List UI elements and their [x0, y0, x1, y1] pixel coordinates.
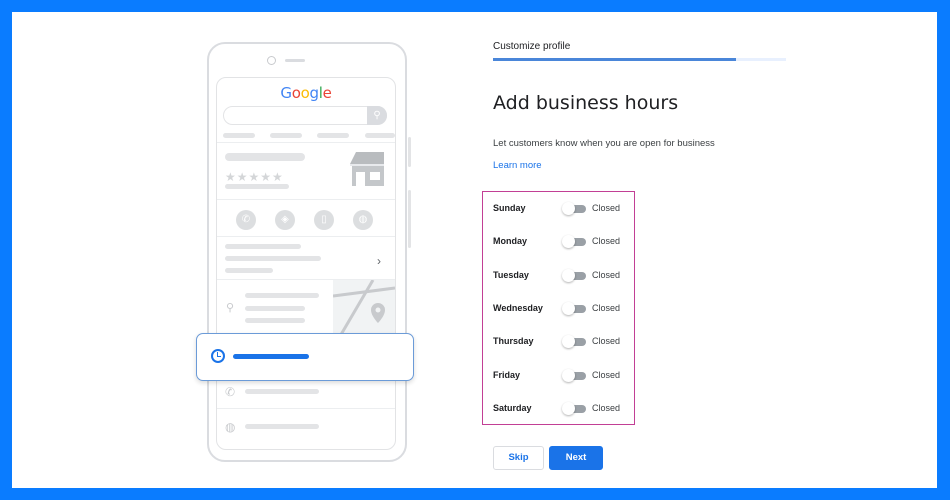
placeholder-line — [225, 256, 321, 261]
status-label: Closed — [592, 203, 621, 213]
day-label: Monday — [493, 236, 528, 247]
speaker-grille — [285, 59, 305, 62]
status-label: Closed — [592, 402, 621, 413]
learn-more-link[interactable]: Learn more — [493, 160, 542, 171]
placeholder-line — [270, 133, 302, 138]
logo-letter: o — [291, 84, 301, 102]
page-subtitle: Let customers know when you are open for… — [493, 138, 715, 149]
divider — [217, 199, 395, 200]
day-row-sunday: Sunday Closed — [493, 199, 633, 219]
open-toggle[interactable] — [562, 368, 586, 382]
day-label: Sunday — [493, 203, 526, 213]
google-logo: Google — [217, 84, 395, 102]
placeholder-line — [225, 268, 273, 273]
storefront-icon — [350, 152, 384, 186]
day-label: Saturday — [493, 402, 532, 413]
day-row-wednesday: Wednesday Closed — [493, 299, 633, 319]
toggle-knob — [562, 368, 575, 382]
progress-bar — [493, 58, 786, 61]
search-icon: ⚲ — [367, 106, 387, 125]
toggle-knob — [562, 335, 575, 349]
open-toggle[interactable] — [562, 268, 586, 282]
placeholder-line — [317, 133, 349, 138]
day-row-tuesday: Tuesday Closed — [493, 266, 633, 286]
toggle-knob — [562, 301, 575, 315]
camera-icon — [267, 56, 276, 65]
placeholder-line — [225, 184, 289, 189]
day-label: Wednesday — [493, 302, 543, 313]
status-label: Closed — [592, 236, 621, 247]
status-label: Closed — [592, 269, 621, 280]
directions-icon: ◈ — [275, 210, 295, 230]
call-icon: ✆ — [236, 210, 256, 230]
progress-fill — [493, 58, 737, 61]
placeholder-line — [245, 306, 305, 311]
next-button[interactable]: Next — [549, 446, 603, 470]
day-label: Thursday — [493, 336, 534, 347]
toggle-knob — [562, 202, 575, 215]
globe-icon: ◍ — [225, 420, 236, 434]
placeholder-line — [245, 424, 319, 429]
toggle-knob — [562, 268, 575, 282]
hours-highlight-card — [196, 333, 414, 381]
day-row-saturday: Saturday Closed — [493, 399, 633, 419]
toggle-knob — [562, 235, 575, 249]
logo-letter: g — [309, 84, 320, 102]
business-hours-list: Sunday Closed Monday Closed Tuesday Closed Wed… — [482, 191, 635, 425]
website-icon: ◍ — [353, 210, 373, 230]
phone-screen: Google ⚲ ★★★★★ ✆ ◈ ▯ ◍ › ⚲ ✆ ◍ — [216, 77, 396, 450]
open-toggle[interactable] — [562, 401, 586, 415]
phone-illustration: Google ⚲ ★★★★★ ✆ ◈ ▯ ◍ › ⚲ ✆ ◍ — [207, 42, 411, 462]
phone-side-button — [408, 190, 411, 248]
logo-letter: G — [280, 84, 292, 102]
divider — [217, 142, 395, 143]
day-label: Tuesday — [493, 269, 529, 280]
clock-icon — [211, 349, 225, 363]
phone-side-button — [408, 137, 411, 167]
logo-letter: e — [322, 84, 332, 102]
star-rating-icon: ★★★★★ — [225, 170, 284, 184]
placeholder-line — [225, 153, 305, 161]
status-label: Closed — [592, 369, 621, 380]
day-label: Friday — [493, 369, 521, 380]
open-toggle[interactable] — [562, 202, 586, 215]
phone-icon: ✆ — [225, 385, 236, 399]
placeholder-line — [223, 133, 255, 138]
day-row-monday: Monday Closed — [493, 232, 633, 252]
day-row-friday: Friday Closed — [493, 366, 633, 386]
placeholder-line — [245, 389, 319, 394]
placeholder-line — [245, 318, 305, 323]
logo-letter: o — [300, 84, 310, 102]
hours-placeholder-line — [233, 354, 309, 359]
location-pin-icon: ⚲ — [226, 302, 235, 314]
day-row-thursday: Thursday Closed — [493, 332, 633, 352]
status-label: Closed — [592, 302, 621, 313]
bookmark-icon: ▯ — [314, 210, 334, 230]
chevron-right-icon: › — [377, 254, 381, 268]
open-toggle[interactable] — [562, 335, 586, 349]
page-canvas: Google ⚲ ★★★★★ ✆ ◈ ▯ ◍ › ⚲ ✆ ◍ Customize… — [12, 12, 937, 488]
page-title: Add business hours — [493, 92, 679, 114]
map-thumbnail — [333, 280, 395, 338]
placeholder-line — [365, 133, 395, 138]
status-label: Closed — [592, 336, 621, 347]
toggle-knob — [562, 401, 575, 415]
skip-button[interactable]: Skip — [493, 446, 544, 470]
divider — [217, 236, 395, 237]
placeholder-line — [225, 244, 301, 249]
open-toggle[interactable] — [562, 235, 586, 249]
search-bar-illustration: ⚲ — [223, 106, 387, 125]
divider — [217, 408, 395, 409]
placeholder-line — [245, 293, 319, 298]
open-toggle[interactable] — [562, 301, 586, 315]
step-label: Customize profile — [493, 41, 571, 52]
